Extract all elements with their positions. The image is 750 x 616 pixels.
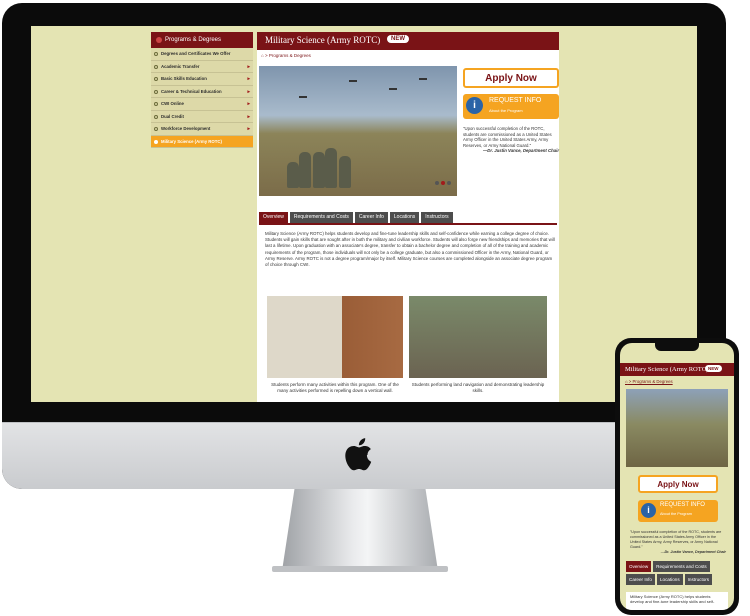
imac-stand-base bbox=[272, 566, 448, 572]
request-info-button[interactable]: i REQUEST INFO About the Program bbox=[463, 94, 559, 119]
info-icon: i bbox=[641, 503, 656, 518]
chevron-right-icon: ▸ bbox=[247, 88, 250, 95]
soldier-figure bbox=[339, 156, 351, 188]
land-navigation-photo bbox=[409, 296, 547, 378]
apply-now-button[interactable]: Apply Now bbox=[463, 68, 559, 88]
sidebar-item-dual-credit[interactable]: Dual Credit ▸ bbox=[151, 111, 253, 123]
sidebar-item-cwi-online[interactable]: CWI Online ▸ bbox=[151, 98, 253, 111]
program-tabs: Overview Requirements and Costs Career I… bbox=[259, 212, 455, 223]
mobile-request-info-button[interactable]: i REQUEST INFO About the Program bbox=[638, 500, 718, 522]
mobile-title-bar: Military Science (Army ROTC) NEW bbox=[620, 363, 734, 376]
helicopter-shape bbox=[349, 80, 357, 82]
apple-logo-icon bbox=[345, 438, 372, 471]
bullet-icon bbox=[154, 89, 158, 94]
mobile-tab-locations[interactable]: Locations bbox=[656, 574, 683, 585]
slide-dot[interactable] bbox=[447, 181, 451, 185]
sidebar-item-military-science[interactable]: Military Science (Army ROTC) bbox=[151, 135, 253, 148]
main-content: Military Science (Army ROTC) NEW ⌂ > Pro… bbox=[257, 32, 559, 402]
mobile-page-title: Military Science (Army ROTC) bbox=[625, 366, 709, 373]
chevron-right-icon: ▸ bbox=[247, 113, 250, 120]
mobile-overview-text: Military Science (Army ROTC) helps stude… bbox=[626, 592, 728, 610]
page-title: Military Science (Army ROTC) bbox=[265, 35, 381, 45]
chevron-right-icon: ▸ bbox=[247, 63, 250, 70]
tab-locations[interactable]: Locations bbox=[389, 212, 420, 223]
sidebar-item-degrees[interactable]: Degrees and Certificates We Offer bbox=[151, 48, 253, 61]
bullet-icon bbox=[154, 77, 158, 81]
slide-dot[interactable] bbox=[435, 181, 439, 185]
tab-requirements[interactable]: Requirements and Costs bbox=[289, 212, 353, 223]
bullet-icon bbox=[154, 114, 158, 119]
tab-career-info[interactable]: Career Info bbox=[354, 212, 388, 223]
soldier-figure bbox=[287, 162, 299, 188]
tab-underline bbox=[259, 223, 557, 225]
sidebar-heading-bullet-icon bbox=[156, 37, 162, 43]
sidebar-item-workforce[interactable]: Workforce Development ▸ bbox=[151, 123, 253, 136]
desktop-screen: Programs & Degrees Degrees and Certifica… bbox=[31, 26, 697, 402]
chevron-right-icon: ▸ bbox=[247, 101, 250, 107]
tab-instructors[interactable]: Instructors bbox=[421, 212, 453, 223]
breadcrumb-link[interactable]: Programs & Degrees bbox=[269, 53, 311, 58]
phone-notch bbox=[655, 343, 699, 351]
slide-dot-active[interactable] bbox=[441, 181, 445, 185]
bullet-icon bbox=[154, 127, 158, 131]
mobile-tab-overview[interactable]: Overview bbox=[626, 561, 652, 572]
mobile-quote-author: —Dr. Justin Vance, Department Chair bbox=[660, 550, 726, 554]
sidebar-nav: Programs & Degrees Degrees and Certifica… bbox=[151, 32, 253, 148]
soldier-figure bbox=[325, 148, 337, 188]
mobile-breadcrumb[interactable]: ⌂ > Programs & Degrees bbox=[625, 379, 673, 384]
bullet-icon bbox=[154, 52, 158, 56]
chevron-right-icon: ▸ bbox=[247, 126, 250, 132]
mobile-hero-image bbox=[626, 389, 728, 467]
helicopter-shape bbox=[299, 96, 307, 98]
hero-slideshow-image bbox=[259, 66, 457, 196]
mobile-program-tabs: Overview Requirements and Costs Career I… bbox=[626, 561, 728, 587]
sidebar-heading: Programs & Degrees bbox=[151, 32, 253, 48]
helicopter-shape bbox=[389, 88, 397, 90]
sidebar-item-academic-transfer[interactable]: Academic Transfer ▸ bbox=[151, 61, 253, 73]
mobile-tab-requirements[interactable]: Requirements and Costs bbox=[653, 561, 710, 572]
bullet-icon bbox=[154, 139, 158, 144]
mobile-tab-career-info[interactable]: Career Info bbox=[626, 574, 655, 585]
breadcrumb: ⌂ > Programs & Degrees bbox=[261, 53, 311, 58]
soldier-figure bbox=[299, 152, 311, 188]
bullet-icon bbox=[154, 64, 158, 69]
bullet-icon bbox=[154, 102, 158, 106]
mobile-testimonial-quote: "Upon successful completion of the ROTC,… bbox=[630, 530, 726, 554]
quote-author: —Dr. Justin Vance, Department Chair bbox=[482, 148, 559, 154]
sidebar-item-basic-skills[interactable]: Basic Skills Education ▸ bbox=[151, 73, 253, 86]
home-icon[interactable]: ⌂ bbox=[625, 379, 628, 384]
soldier-figure bbox=[313, 152, 325, 188]
mobile-tab-instructors[interactable]: Instructors bbox=[684, 574, 713, 585]
new-badge: NEW bbox=[387, 35, 409, 43]
mobile-screen: Military Science (Army ROTC) NEW ⌂ > Pro… bbox=[620, 343, 734, 610]
overview-text: Military Science (Army ROTC) helps stude… bbox=[265, 231, 555, 268]
home-icon[interactable]: ⌂ bbox=[261, 53, 264, 58]
testimonial-quote: "Upon successful completion of the ROTC,… bbox=[463, 126, 559, 154]
photo-caption: Students perform many activities within … bbox=[271, 382, 399, 393]
tab-overview[interactable]: Overview bbox=[259, 212, 288, 223]
mobile-apply-now-button[interactable]: Apply Now bbox=[638, 475, 718, 493]
imac-stand bbox=[282, 489, 438, 571]
helicopter-shape bbox=[419, 78, 427, 80]
sidebar-item-career-technical[interactable]: Career & Technical Education ▸ bbox=[151, 86, 253, 98]
phone-frame: Military Science (Army ROTC) NEW ⌂ > Pro… bbox=[615, 338, 739, 615]
mobile-new-badge: NEW bbox=[705, 365, 722, 372]
rappelling-photo bbox=[267, 296, 403, 378]
page-title-bar: Military Science (Army ROTC) NEW bbox=[257, 32, 559, 50]
slideshow-pager bbox=[433, 172, 451, 190]
chevron-right-icon: ▸ bbox=[247, 76, 250, 82]
info-icon: i bbox=[466, 97, 483, 114]
photo-caption: Students performing land navigation and … bbox=[411, 382, 545, 393]
